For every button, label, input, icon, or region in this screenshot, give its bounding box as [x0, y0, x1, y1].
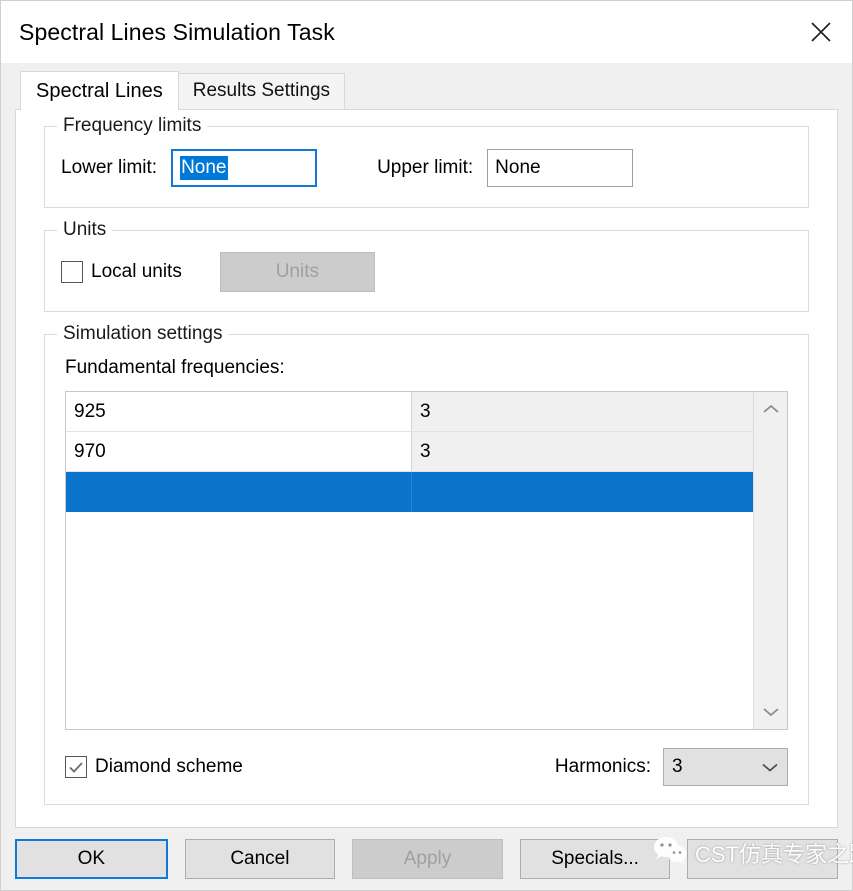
lower-limit-value: None	[180, 156, 227, 180]
harmonics-select[interactable]: 3	[663, 748, 788, 786]
apply-button-label: Apply	[404, 848, 452, 870]
table-row[interactable]: 970 3	[66, 432, 753, 472]
close-icon[interactable]	[790, 1, 852, 63]
fundamental-frequencies-label: Fundamental frequencies:	[65, 357, 792, 379]
specials-button[interactable]: Specials...	[520, 839, 671, 879]
table-rows: 925 3 970 3	[66, 392, 753, 512]
tab-results-settings[interactable]: Results Settings	[178, 73, 345, 109]
cancel-button-label: Cancel	[230, 848, 289, 870]
frequency-limits-row: Lower limit: None Upper limit: None	[61, 145, 792, 191]
local-units-label: Local units	[91, 261, 182, 283]
simulation-settings-group-title: Simulation settings	[57, 323, 228, 345]
chevron-down-icon	[761, 761, 779, 773]
diamond-scheme-checkbox-row[interactable]: Diamond scheme	[65, 756, 243, 778]
harmonics-value: 3	[672, 756, 761, 778]
dialog-footer: OK Cancel Apply Specials...	[1, 828, 852, 890]
fundamental-frequencies-table[interactable]: 925 3 970 3	[65, 391, 788, 730]
tab-spectral-lines[interactable]: Spectral Lines	[20, 71, 179, 110]
tab-results-settings-label: Results Settings	[193, 80, 330, 101]
diamond-scheme-label: Diamond scheme	[95, 756, 243, 778]
upper-limit-label: Upper limit:	[377, 157, 473, 179]
tab-strip: Spectral Lines Results Settings	[15, 73, 838, 109]
table-row-selected[interactable]	[66, 472, 753, 512]
local-units-checkbox-row[interactable]: Local units	[61, 261, 182, 283]
page-title: Spectral Lines Simulation Task	[19, 19, 335, 46]
simulation-settings-group: Simulation settings Fundamental frequenc…	[44, 334, 809, 805]
lower-limit-input[interactable]: None	[171, 149, 317, 187]
dialog-body: Spectral Lines Results Settings Frequenc…	[1, 63, 852, 828]
chevron-down-icon[interactable]	[754, 695, 788, 729]
spectral-lines-dialog: Spectral Lines Simulation Task Spectral …	[0, 0, 853, 891]
cell-harmonics[interactable]: 3	[412, 432, 753, 471]
help-button[interactable]	[687, 839, 838, 879]
cell-frequency[interactable]: 970	[66, 432, 412, 471]
simulation-bottom-row: Diamond scheme Harmonics: 3	[61, 748, 792, 786]
tab-page-spectral-lines: Frequency limits Lower limit: None Upper…	[15, 109, 838, 828]
frequency-limits-group-title: Frequency limits	[57, 115, 207, 137]
table-row[interactable]: 925 3	[66, 392, 753, 432]
ok-button[interactable]: OK	[15, 839, 168, 879]
cell-harmonics[interactable]: 3	[412, 392, 753, 431]
frequency-limits-group: Frequency limits Lower limit: None Upper…	[44, 126, 809, 208]
ok-button-label: OK	[78, 848, 105, 870]
diamond-scheme-checkbox[interactable]	[65, 756, 87, 778]
apply-button[interactable]: Apply	[352, 839, 503, 879]
table-empty-area[interactable]	[66, 512, 753, 729]
cell-harmonics[interactable]	[412, 472, 753, 512]
tab-spectral-lines-label: Spectral Lines	[36, 80, 163, 102]
table-body: 925 3 970 3	[66, 392, 753, 729]
harmonics-label: Harmonics:	[555, 756, 651, 778]
lower-limit-label: Lower limit:	[61, 157, 157, 179]
cancel-button[interactable]: Cancel	[185, 839, 336, 879]
table-scrollbar[interactable]	[753, 392, 787, 729]
units-button-label: Units	[276, 261, 319, 283]
local-units-checkbox[interactable]	[61, 261, 83, 283]
cell-frequency[interactable]: 925	[66, 392, 412, 431]
title-bar: Spectral Lines Simulation Task	[1, 1, 852, 63]
units-button[interactable]: Units	[220, 252, 375, 292]
upper-limit-value: None	[495, 157, 540, 179]
units-row: Local units Units	[61, 249, 792, 295]
units-group: Units Local units Units	[44, 230, 809, 312]
cell-frequency[interactable]	[66, 472, 412, 512]
units-group-title: Units	[57, 219, 112, 241]
upper-limit-input[interactable]: None	[487, 149, 633, 187]
chevron-up-icon[interactable]	[754, 392, 788, 426]
specials-button-label: Specials...	[551, 848, 639, 870]
